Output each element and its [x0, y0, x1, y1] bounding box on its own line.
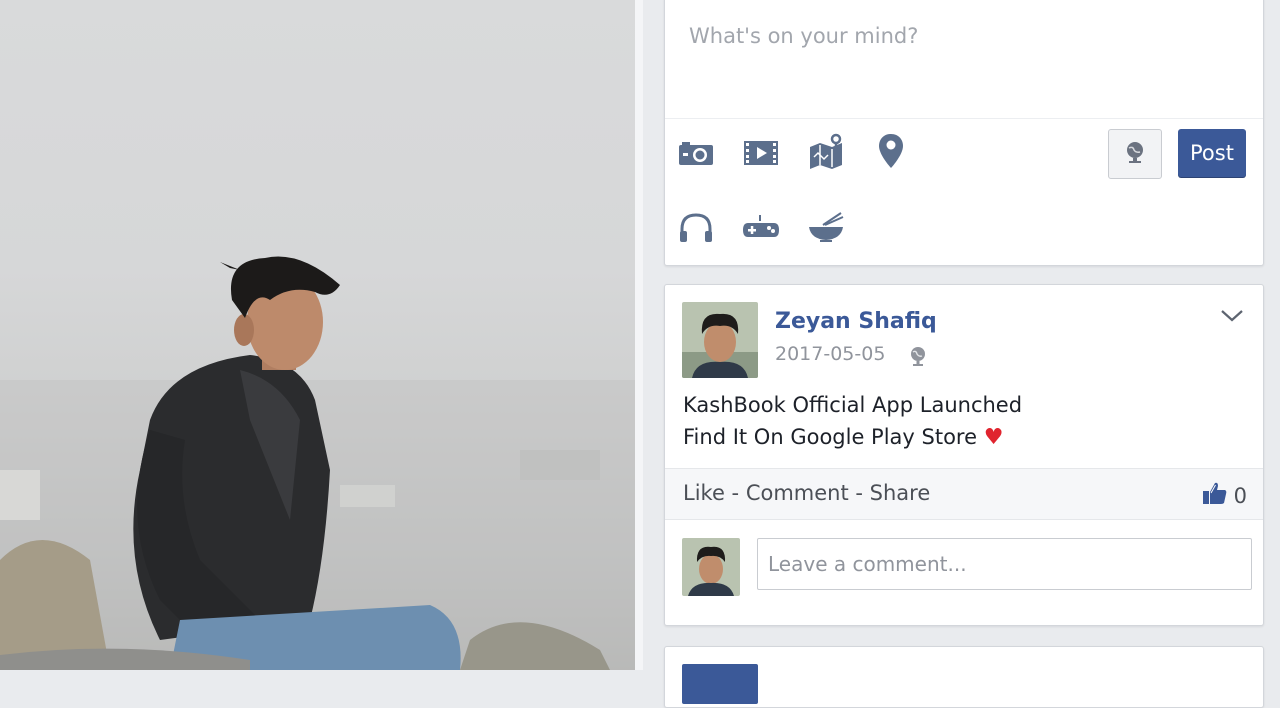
- post-line-2-text: Find It On Google Play Store: [683, 425, 978, 449]
- globe-icon: [1124, 140, 1146, 168]
- action-separator: -: [848, 481, 870, 505]
- comment-input[interactable]: [757, 538, 1252, 590]
- action-separator: -: [724, 481, 746, 505]
- status-input[interactable]: [687, 23, 1241, 49]
- camera-icon[interactable]: [676, 133, 716, 173]
- video-icon[interactable]: [741, 133, 781, 173]
- post-button[interactable]: Post: [1178, 129, 1246, 177]
- next-feed-post: [664, 646, 1264, 708]
- chevron-down-icon[interactable]: [1219, 305, 1245, 325]
- post-actions: Like - Comment - Share: [683, 481, 930, 505]
- next-author-avatar[interactable]: [682, 664, 758, 704]
- post-date[interactable]: 2017-05-05: [775, 343, 885, 365]
- cover-photo: [0, 0, 635, 670]
- comment-link[interactable]: Comment: [746, 481, 849, 505]
- like-count: 0: [1233, 483, 1247, 508]
- author-avatar[interactable]: [682, 302, 758, 378]
- post-body: KashBook Official App Launched Find It O…: [683, 389, 1022, 454]
- gamepad-icon[interactable]: [741, 207, 781, 247]
- news-feed: Post Zeyan Shafiq 2017-05-05 KashBook Of…: [643, 0, 1280, 708]
- thumbs-up-icon: [1202, 480, 1228, 511]
- feed-post: Zeyan Shafiq 2017-05-05 KashBook Officia…: [664, 284, 1264, 626]
- heart-emoji: ♥: [983, 425, 1004, 450]
- privacy-button[interactable]: [1108, 129, 1162, 179]
- composer-separator: [665, 118, 1263, 119]
- like-counter[interactable]: 0: [1202, 480, 1247, 511]
- post-line-1: KashBook Official App Launched: [683, 393, 1023, 417]
- food-bowl-icon[interactable]: [806, 207, 846, 247]
- post-composer: Post: [664, 0, 1264, 266]
- share-link[interactable]: Share: [870, 481, 931, 505]
- post-line-2: Find It On Google Play Store ♥: [683, 421, 1022, 454]
- location-pin-icon[interactable]: [871, 131, 911, 171]
- column-divider: [635, 0, 643, 670]
- like-link[interactable]: Like: [683, 481, 725, 505]
- author-name[interactable]: Zeyan Shafiq: [775, 309, 937, 334]
- commenter-avatar: [682, 538, 740, 596]
- post-actions-bar: Like - Comment - Share 0: [665, 468, 1263, 520]
- globe-icon: [909, 345, 927, 371]
- map-icon[interactable]: [806, 131, 846, 171]
- headphones-icon[interactable]: [676, 207, 716, 247]
